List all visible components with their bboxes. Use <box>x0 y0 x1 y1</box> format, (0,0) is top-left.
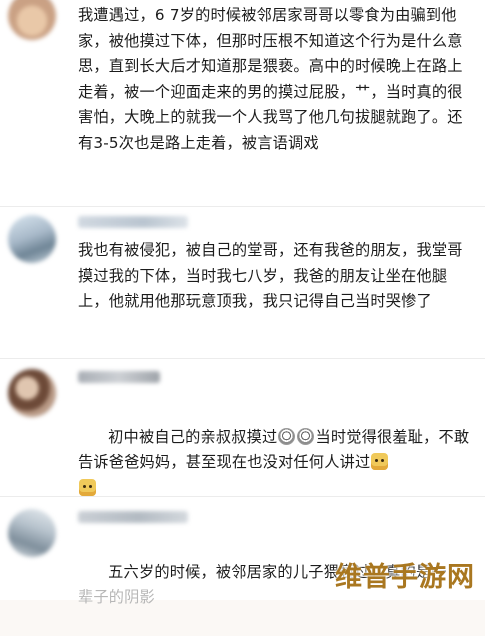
comment-item: 我也有被侵犯，被自己的堂哥，还有我爸的朋友，我堂哥摸过我的下体，当时我七八岁，我… <box>0 207 485 357</box>
username[interactable] <box>78 216 188 228</box>
comment-feed: 我遭遇过，6 7岁的时候被邻居家哥哥以零食为由骗到他家，被他摸过下体，但那时压根… <box>0 0 485 606</box>
comment-text: 我遭遇过，6 7岁的时候被邻居家哥哥以零食为由骗到他家，被他摸过下体，但那时压根… <box>78 6 463 152</box>
doge-icon <box>371 453 389 470</box>
avatar[interactable] <box>8 369 56 417</box>
crying-face-icon <box>297 427 315 445</box>
comment-text: 我也有被侵犯，被自己的堂哥，还有我爸的朋友，我堂哥摸过我的下体，当时我七八岁，我… <box>78 241 463 310</box>
comment-text-faded: 辈子的阴影 <box>78 588 155 606</box>
username[interactable] <box>78 511 188 523</box>
comment-item: 初中被自己的亲叔叔摸过 当时觉得很羞耻，不敢告诉爸爸妈妈，甚至现在也没对任何人讲过 <box>0 359 485 496</box>
username[interactable] <box>78 371 160 383</box>
comment-text-part: 初中被自己的亲叔叔摸过 <box>108 427 278 446</box>
doge-icon <box>79 478 96 496</box>
crying-face-icon <box>278 427 296 445</box>
site-watermark: 维普手游网 <box>335 562 475 593</box>
comment-item: 我遭遇过，6 7岁的时候被邻居家哥哥以零食为由骗到他家，被他摸过下体，但那时压根… <box>0 0 485 205</box>
avatar[interactable] <box>8 509 56 557</box>
avatar[interactable] <box>8 0 56 40</box>
avatar[interactable] <box>8 215 56 263</box>
